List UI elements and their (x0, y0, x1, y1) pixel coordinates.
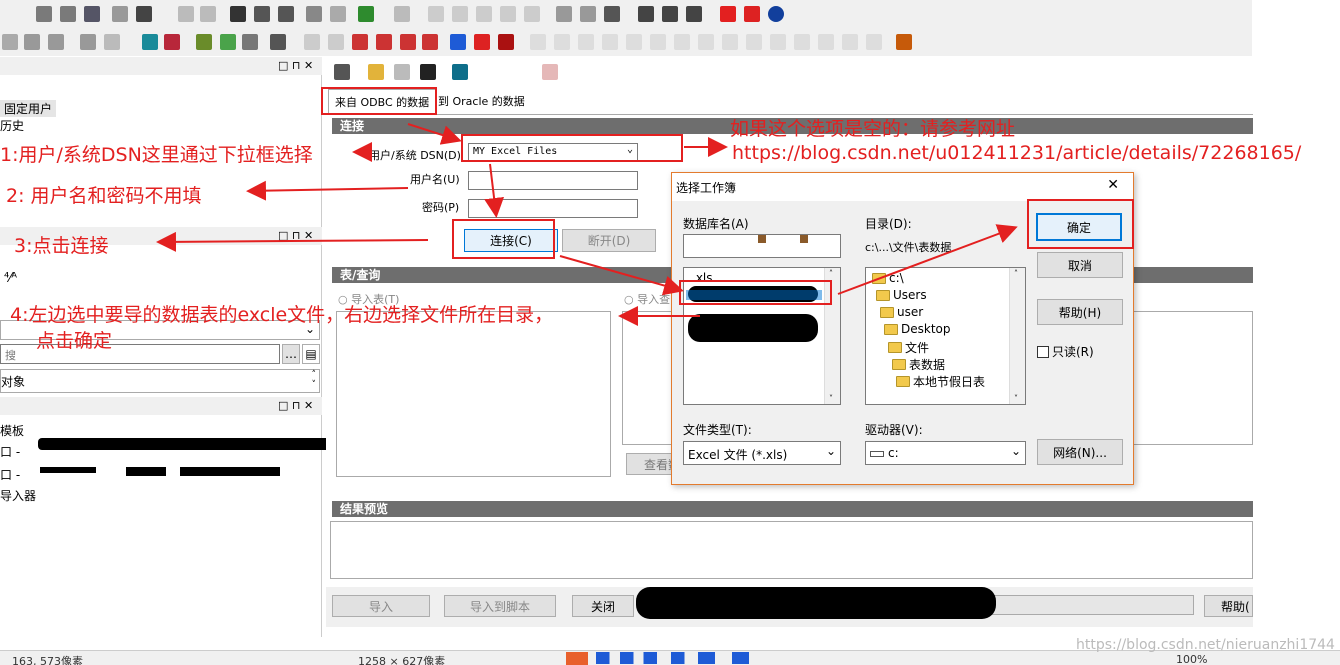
watermark: https://blog.csdn.net/nieruanzhi1744 (1076, 637, 1335, 653)
ime-icons (596, 652, 766, 664)
status-coords: 163, 573像素 (12, 655, 83, 665)
csdn-logo (566, 652, 588, 665)
zoom-level: 100% (1176, 653, 1208, 665)
annotation-arrows (156, 123, 1018, 326)
status-size: 1258 × 627像素 (358, 655, 446, 665)
